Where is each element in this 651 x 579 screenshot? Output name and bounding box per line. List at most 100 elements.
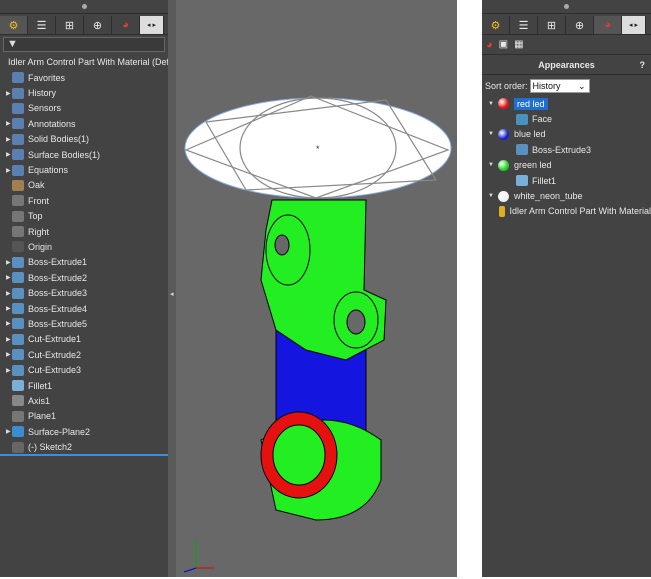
tab-feature-manager[interactable]: ⚙ xyxy=(0,16,28,34)
tab-display-manager[interactable]: ◕ xyxy=(594,16,622,34)
part-icon xyxy=(499,205,506,217)
plane-icon xyxy=(12,195,24,207)
folder-history-icon xyxy=(12,87,24,99)
folder-sensor-icon xyxy=(12,102,24,114)
rollback-bar[interactable] xyxy=(0,454,168,456)
tree-item[interactable]: ▶ Boss-Extrude4 xyxy=(0,301,168,316)
appearance-ball-icon xyxy=(498,190,509,202)
folder-surface-icon xyxy=(12,149,24,161)
tree-item[interactable]: ▶ Boss-Extrude3 xyxy=(0,285,168,300)
scenes-icon[interactable]: ▦ xyxy=(514,39,523,50)
tab-scroll-arrows[interactable]: ◂ ▸ xyxy=(140,16,164,34)
expand-arrow-icon[interactable]: ▶ xyxy=(0,167,12,174)
appearance-item[interactable]: Idler Arm Control Part With Material xyxy=(482,204,651,219)
appearance-item[interactable]: ▼ red led xyxy=(482,96,651,111)
folder-solid-icon xyxy=(12,133,24,145)
collapse-arrow-icon[interactable]: ▼ xyxy=(482,193,494,199)
tree-item[interactable]: ▶ Surface-Plane2 xyxy=(0,424,168,439)
tree-item[interactable]: Oak xyxy=(0,178,168,193)
display-manager-panel: ⚙ ☰ ⊞ ⊕ ◕ ◂ ▸ ◕ ▣ ▦ Appearances ? Sort o… xyxy=(482,0,651,577)
tab-property-manager[interactable]: ☰ xyxy=(28,16,56,34)
tree-item[interactable]: ▶ Solid Bodies(1) xyxy=(0,132,168,147)
tree-item[interactable]: ▶ Boss-Extrude5 xyxy=(0,316,168,331)
graphics-viewport[interactable]: * xyxy=(176,0,457,577)
tree-item[interactable]: Plane1 xyxy=(0,409,168,424)
tree-filter[interactable]: ▼ xyxy=(3,37,165,52)
fillet-icon xyxy=(12,380,24,391)
tab-configuration-manager[interactable]: ⊞ xyxy=(56,16,84,34)
appearance-ball-icon xyxy=(498,159,509,171)
expand-arrow-icon[interactable]: ▶ xyxy=(0,90,12,97)
tree-root[interactable]: Idler Arm Control Part With Material (De… xyxy=(0,54,168,70)
fillet-icon xyxy=(516,175,528,187)
expand-arrow-icon[interactable]: ▶ xyxy=(0,151,12,158)
appearance-item[interactable]: ▼ green led xyxy=(482,158,651,173)
tree-item[interactable]: Origin xyxy=(0,239,168,254)
tree-item[interactable]: ▶ Surface Bodies(1) xyxy=(0,147,168,162)
tab-configuration-manager[interactable]: ⊞ xyxy=(538,16,566,34)
tab-display-manager[interactable]: ◕ xyxy=(112,16,140,34)
tab-scroll-arrows[interactable]: ◂ ▸ xyxy=(622,16,646,34)
tree-item[interactable]: ▶ History xyxy=(0,85,168,100)
folder-equation-icon xyxy=(12,164,24,176)
panel-tabs: ⚙ ☰ ⊞ ⊕ ◕ ◂ ▸ xyxy=(482,16,651,35)
expand-arrow-icon[interactable]: ▶ xyxy=(0,274,12,281)
tree-item[interactable]: ▶ Cut-Extrude3 xyxy=(0,362,168,377)
svg-text:*: * xyxy=(316,144,320,154)
collapse-arrow-icon[interactable]: ▼ xyxy=(482,101,494,107)
chevron-down-icon: ⌄ xyxy=(577,80,586,91)
expand-arrow-icon[interactable]: ▶ xyxy=(0,351,12,358)
tree-item[interactable]: Sensors xyxy=(0,101,168,116)
tree-item[interactable]: Favorites xyxy=(0,70,168,85)
expand-arrow-icon[interactable]: ▶ xyxy=(0,136,12,143)
tree-item[interactable]: ▶ Boss-Extrude2 xyxy=(0,270,168,285)
appearances-icon[interactable]: ◕ xyxy=(486,39,493,51)
tab-dimxpert[interactable]: ⊕ xyxy=(566,16,594,34)
tab-property-manager[interactable]: ☰ xyxy=(510,16,538,34)
appearance-item[interactable]: Fillet1 xyxy=(482,173,651,188)
tree-item[interactable]: Front xyxy=(0,193,168,208)
collapse-arrow-icon[interactable]: ▼ xyxy=(482,162,494,168)
expand-arrow-icon[interactable]: ▶ xyxy=(0,367,12,374)
extrude-icon xyxy=(12,318,24,330)
expand-arrow-icon[interactable]: ▶ xyxy=(0,320,12,327)
decals-icon[interactable]: ▣ xyxy=(499,39,508,50)
panel-grip[interactable] xyxy=(0,0,168,14)
folder-annotation-icon xyxy=(12,118,24,130)
sort-order-select[interactable]: History ⌄ xyxy=(529,79,590,93)
expand-arrow-icon[interactable]: ▶ xyxy=(0,428,12,435)
axis-icon xyxy=(12,395,24,407)
expand-arrow-icon[interactable]: ▶ xyxy=(0,120,12,127)
appearance-item[interactable]: ▼ white_neon_tube xyxy=(482,188,651,203)
appearance-item[interactable]: Boss-Extrude3 xyxy=(482,142,651,157)
tree-item[interactable]: (-) Sketch2 xyxy=(0,439,168,454)
tab-dimxpert[interactable]: ⊕ xyxy=(84,16,112,34)
tree-item[interactable]: ▶ Equations xyxy=(0,162,168,177)
panel-title: Appearances xyxy=(538,59,595,70)
surface-icon xyxy=(12,426,24,438)
tree-item[interactable]: ▶ Boss-Extrude1 xyxy=(0,255,168,270)
tree-item[interactable]: ▶ Cut-Extrude2 xyxy=(0,347,168,362)
face-icon xyxy=(516,113,528,125)
plane-icon xyxy=(12,210,24,222)
expand-arrow-icon[interactable]: ▶ xyxy=(0,305,12,312)
panel-splitter[interactable]: ◂ xyxy=(168,0,176,577)
appearance-item[interactable]: ▼ blue led xyxy=(482,127,651,142)
plane-icon xyxy=(12,410,24,422)
tree-item[interactable]: Axis1 xyxy=(0,393,168,408)
tree-item[interactable]: ▶ Cut-Extrude1 xyxy=(0,332,168,347)
tree-item[interactable]: Right xyxy=(0,224,168,239)
cut-icon xyxy=(12,333,24,345)
panel-grip[interactable] xyxy=(482,0,651,14)
tree-item[interactable]: Fillet1 xyxy=(0,378,168,393)
collapse-arrow-icon[interactable]: ▼ xyxy=(482,131,494,137)
appearance-item[interactable]: Face xyxy=(482,111,651,126)
folder-star-icon xyxy=(12,72,24,84)
expand-arrow-icon[interactable]: ▶ xyxy=(0,290,12,297)
tab-feature-manager[interactable]: ⚙ xyxy=(482,16,510,34)
tree-item[interactable]: ▶ Annotations xyxy=(0,116,168,131)
tree-item[interactable]: Top xyxy=(0,209,168,224)
expand-arrow-icon[interactable]: ▶ xyxy=(0,336,12,343)
help-icon[interactable]: ? xyxy=(640,60,646,70)
expand-arrow-icon[interactable]: ▶ xyxy=(0,259,12,266)
